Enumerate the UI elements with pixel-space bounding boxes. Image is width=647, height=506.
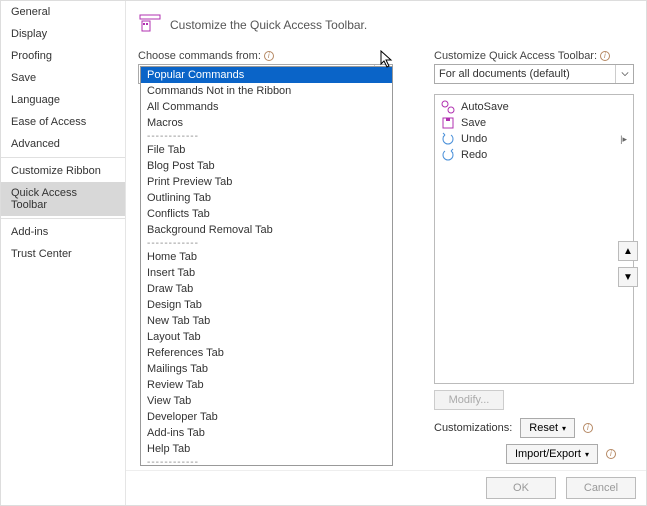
reset-button[interactable]: Reset▾ (520, 418, 575, 438)
sidebar-item-save[interactable]: Save (1, 67, 125, 89)
reorder-buttons: ▲ ▼ (618, 241, 638, 287)
save-icon (441, 116, 455, 130)
ok-button[interactable]: OK (486, 477, 556, 499)
dropdown-option[interactable]: Mailings Tab (141, 361, 392, 377)
dropdown-option[interactable]: Blog Post Tab (141, 158, 392, 174)
commands-dropdown-list[interactable]: Popular Commands Commands Not in the Rib… (140, 66, 393, 466)
sidebar-item-quick-access-toolbar[interactable]: Quick Access Toolbar (1, 182, 125, 216)
mouse-cursor-icon (380, 50, 394, 71)
dropdown-separator: ------------ (141, 457, 392, 466)
move-down-button[interactable]: ▼ (618, 267, 638, 287)
dropdown-option[interactable]: Add-ins Tab (141, 425, 392, 441)
customize-qat-label: Customize Quick Access Toolbar: (434, 50, 634, 62)
sidebar-item-language[interactable]: Language (1, 89, 125, 111)
sidebar-item-proofing[interactable]: Proofing (1, 45, 125, 67)
qat-customize-icon (138, 11, 162, 38)
qat-item-label: AutoSave (461, 101, 509, 113)
dropdown-option[interactable]: Draw Tab (141, 281, 392, 297)
qat-item[interactable]: AutoSave (439, 99, 629, 115)
import-export-button[interactable]: Import/Export▾ (506, 444, 598, 464)
dropdown-option[interactable]: Conflicts Tab (141, 206, 392, 222)
move-up-button[interactable]: ▲ (618, 241, 638, 261)
dropdown-option[interactable]: Help Tab (141, 441, 392, 457)
modify-button: Modify... (434, 390, 504, 410)
chevron-down-icon[interactable] (615, 65, 633, 83)
category-sidebar: General Display Proofing Save Language E… (1, 1, 126, 505)
sidebar-separator (1, 157, 125, 158)
sidebar-item-general[interactable]: General (1, 1, 125, 23)
dropdown-option[interactable]: Print Preview Tab (141, 174, 392, 190)
info-icon[interactable] (600, 51, 610, 61)
dropdown-option[interactable]: New Tab Tab (141, 313, 392, 329)
dropdown-option[interactable]: File Tab (141, 142, 392, 158)
dropdown-separator: ------------ (141, 131, 392, 142)
info-icon[interactable] (583, 423, 593, 433)
caret-down-icon: ▾ (562, 424, 566, 433)
dropdown-option[interactable]: All Commands (141, 99, 392, 115)
panel-title: Customize the Quick Access Toolbar. (170, 18, 367, 32)
dropdown-option[interactable]: Insert Tab (141, 265, 392, 281)
dropdown-option[interactable]: Commands Not in the Ribbon (141, 83, 392, 99)
current-qat-list[interactable]: AutoSave Save Undo |▸ Redo (434, 94, 634, 384)
sidebar-item-display[interactable]: Display (1, 23, 125, 45)
split-indicator-icon: |▸ (620, 134, 627, 145)
dialog-footer: OK Cancel (126, 470, 646, 505)
choose-commands-label: Choose commands from: (138, 50, 398, 62)
sidebar-item-add-ins[interactable]: Add-ins (1, 221, 125, 243)
dropdown-selected-text: For all documents (default) (439, 68, 570, 80)
info-icon[interactable] (606, 449, 616, 459)
customizations-label: Customizations: (434, 422, 512, 434)
dropdown-option[interactable]: Layout Tab (141, 329, 392, 345)
sidebar-item-ease-of-access[interactable]: Ease of Access (1, 111, 125, 133)
dropdown-option[interactable]: References Tab (141, 345, 392, 361)
dropdown-option[interactable]: Popular Commands (141, 67, 392, 83)
qat-item[interactable]: Redo (439, 147, 629, 163)
dropdown-option[interactable]: Home Tab (141, 249, 392, 265)
dropdown-option[interactable]: Outlining Tab (141, 190, 392, 206)
dropdown-option[interactable]: Design Tab (141, 297, 392, 313)
caret-down-icon: ▾ (585, 450, 589, 459)
info-icon[interactable] (264, 51, 274, 61)
dropdown-separator: ------------ (141, 238, 392, 249)
dropdown-option[interactable]: Developer Tab (141, 409, 392, 425)
undo-icon (441, 132, 455, 146)
autosave-icon (441, 100, 455, 114)
qat-item-label: Save (461, 117, 486, 129)
qat-item-label: Redo (461, 149, 487, 161)
scope-dropdown[interactable]: For all documents (default) (434, 64, 634, 84)
dropdown-option[interactable]: Macros (141, 115, 392, 131)
redo-icon (441, 148, 455, 162)
qat-item-label: Undo (461, 133, 487, 145)
sidebar-separator (1, 218, 125, 219)
sidebar-item-trust-center[interactable]: Trust Center (1, 243, 125, 265)
sidebar-item-customize-ribbon[interactable]: Customize Ribbon (1, 160, 125, 182)
sidebar-item-advanced[interactable]: Advanced (1, 133, 125, 155)
panel-header: Customize the Quick Access Toolbar. (138, 11, 634, 38)
cancel-button[interactable]: Cancel (566, 477, 636, 499)
qat-item[interactable]: Save (439, 115, 629, 131)
dropdown-option[interactable]: View Tab (141, 393, 392, 409)
qat-item[interactable]: Undo |▸ (439, 131, 629, 147)
dropdown-option[interactable]: Background Removal Tab (141, 222, 392, 238)
dropdown-option[interactable]: Review Tab (141, 377, 392, 393)
